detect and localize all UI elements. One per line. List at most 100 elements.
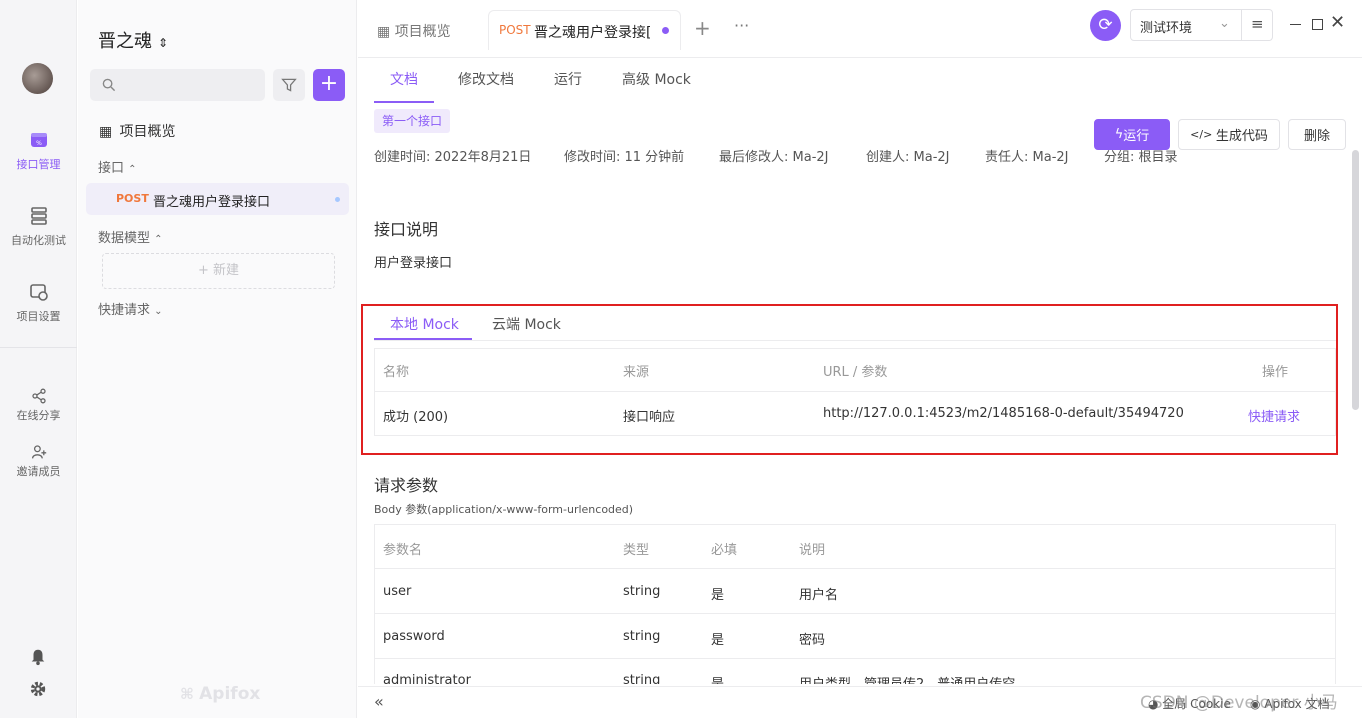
section-label: 数据模型 [98,231,151,246]
maximize-button[interactable] [1312,19,1323,30]
row-divider [374,568,1336,569]
filter-icon [281,78,297,92]
gen-code-label: 生成代码 [1215,129,1268,144]
mock-header-source: 来源 [623,365,650,380]
param-required: 是 [711,588,725,603]
rail-item-label: 自动化测试 [11,234,66,247]
param-desc: 密码 [799,633,826,648]
method-badge: POST [116,192,149,205]
subtab-indicator [374,101,434,103]
unsaved-dot [335,197,340,202]
param-desc: 用户类型，管理员传2，普通用户传空 [799,673,1015,684]
rail-item-label: 接口管理 [16,158,61,171]
main-content: 文档 修改文档 运行 高级 Mock 第一个接口 创建时间: 2022年8月21… [358,58,1350,684]
sidebar-item-endpoint[interactable]: POST 晋之魂用户登录接口 [86,183,349,215]
tab-active-endpoint[interactable]: POST 晋之魂用户登录接[ [488,10,681,50]
params-header-required: 必填 [711,543,738,558]
params-header-desc: 说明 [799,543,826,558]
mock-tab-local[interactable]: 本地 Mock [390,314,459,334]
new-model-button[interactable]: + 新建 [102,253,335,289]
double-chevron-left-icon: « [374,692,384,711]
rail-item-api[interactable]: % 接口管理 [0,130,77,172]
environment-select[interactable]: 测试环境 ⌄ ≡ [1130,9,1273,41]
brand-text: Apifox [199,684,261,704]
run-button[interactable]: ϟ 运行 [1094,119,1170,150]
method-badge: POST [499,23,531,37]
meta-creator: 创建人: Ma-2J [866,150,950,165]
param-required: 是 [711,673,724,684]
automation-icon [30,207,47,225]
tab-overview[interactable]: ▦ 项目概览 [377,21,451,41]
subtab-doc[interactable]: 文档 [390,69,418,89]
subtab-edit[interactable]: 修改文档 [458,69,514,89]
sidebar-item-overview[interactable]: ▦ 项目概览 [99,121,175,141]
scrollbar[interactable] [1352,150,1359,410]
collapse-button[interactable]: « [374,692,384,711]
add-button[interactable]: + [313,69,345,101]
subtab-mock[interactable]: 高级 Mock [622,69,691,89]
section-quick[interactable]: 快捷请求 ⌄ [98,299,163,318]
mock-header-action: 操作 [1262,365,1289,380]
more-icon: ··· [734,16,750,35]
chevron-up-icon: ⌃ [128,164,137,175]
sidebar-item-label: 项目概览 [119,124,176,140]
tab-label: 项目概览 [394,24,451,40]
grid-icon: ▦ [377,24,395,40]
mock-row-source: 接口响应 [623,410,676,425]
mock-tab-cloud[interactable]: 云端 Mock [492,314,561,334]
section-label: 接口 [98,161,125,176]
mock-header-url: URL / 参数 [823,365,888,380]
plus-icon: + [694,16,711,40]
run-label: 运行 [1123,129,1150,144]
menu-icon: ≡ [1251,15,1264,33]
rail-item-settings[interactable]: 项目设置 [0,282,77,324]
section-api[interactable]: 接口 ⌃ [98,157,137,176]
subtab-run[interactable]: 运行 [554,69,582,89]
meta-modified: 修改时间: 11 分钟前 [564,150,685,165]
param-desc: 用户名 [799,588,839,603]
param-type: string [623,673,661,684]
params-header-name: 参数名 [383,543,423,558]
more-tabs-button[interactable]: ··· [734,16,749,35]
settings-icon [29,284,48,301]
quick-request-link[interactable]: 快捷请求 [1248,406,1300,425]
params-table [374,524,1336,684]
minimize-button[interactable] [1290,24,1301,25]
lightning-icon: ϟ [1114,127,1124,142]
select-divider [1241,10,1242,40]
params-title: 请求参数 [374,476,439,495]
api-icon: % [30,133,47,147]
chevron-down-icon: ⌄ [154,306,163,317]
new-tab-button[interactable]: + [694,16,711,40]
rail-item-automation[interactable]: 自动化测试 [0,206,77,248]
meta-owner: 责任人: Ma-2J [985,150,1069,165]
csdn-watermark: CSDN @Developer 小马 [1140,693,1338,713]
project-title[interactable]: 晋之魂 ⇕ [98,27,168,53]
bell-icon[interactable] [29,648,47,666]
rail-item-share[interactable]: 在线分享 [0,388,77,423]
rail-item-label: 项目设置 [16,310,61,323]
delete-button[interactable]: 删除 [1288,119,1346,150]
gear-icon[interactable] [29,680,47,698]
param-type: string [623,629,661,644]
avatar[interactable] [22,63,53,94]
section-label: 快捷请求 [98,303,151,318]
params-body-type: Body 参数(application/x-www-form-urlencode… [374,503,634,516]
plus-icon: + [319,71,339,96]
share-icon [31,388,46,404]
meta-last-editor: 最后修改人: Ma-2J [719,150,829,165]
mock-row-name: 成功 (200) [383,410,449,425]
close-button[interactable]: ✕ [1330,12,1345,33]
filter-button[interactable] [273,69,305,101]
param-required: 是 [711,633,725,648]
section-models[interactable]: 数据模型 ⌃ [98,227,163,246]
chevron-down-icon: ⌄ [1219,16,1230,31]
svg-text:%: % [36,140,42,147]
search-input[interactable] [90,69,265,101]
rail-item-invite[interactable]: 邀请成员 [0,444,77,479]
desc-title: 接口说明 [374,220,439,239]
generate-code-button[interactable]: </> 生成代码 [1178,119,1280,150]
mock-row-url[interactable]: http://127.0.0.1:4523/m2/1485168-0-defau… [823,406,1184,421]
sync-button[interactable]: ⟳ [1090,10,1121,41]
row-divider [374,658,1336,659]
